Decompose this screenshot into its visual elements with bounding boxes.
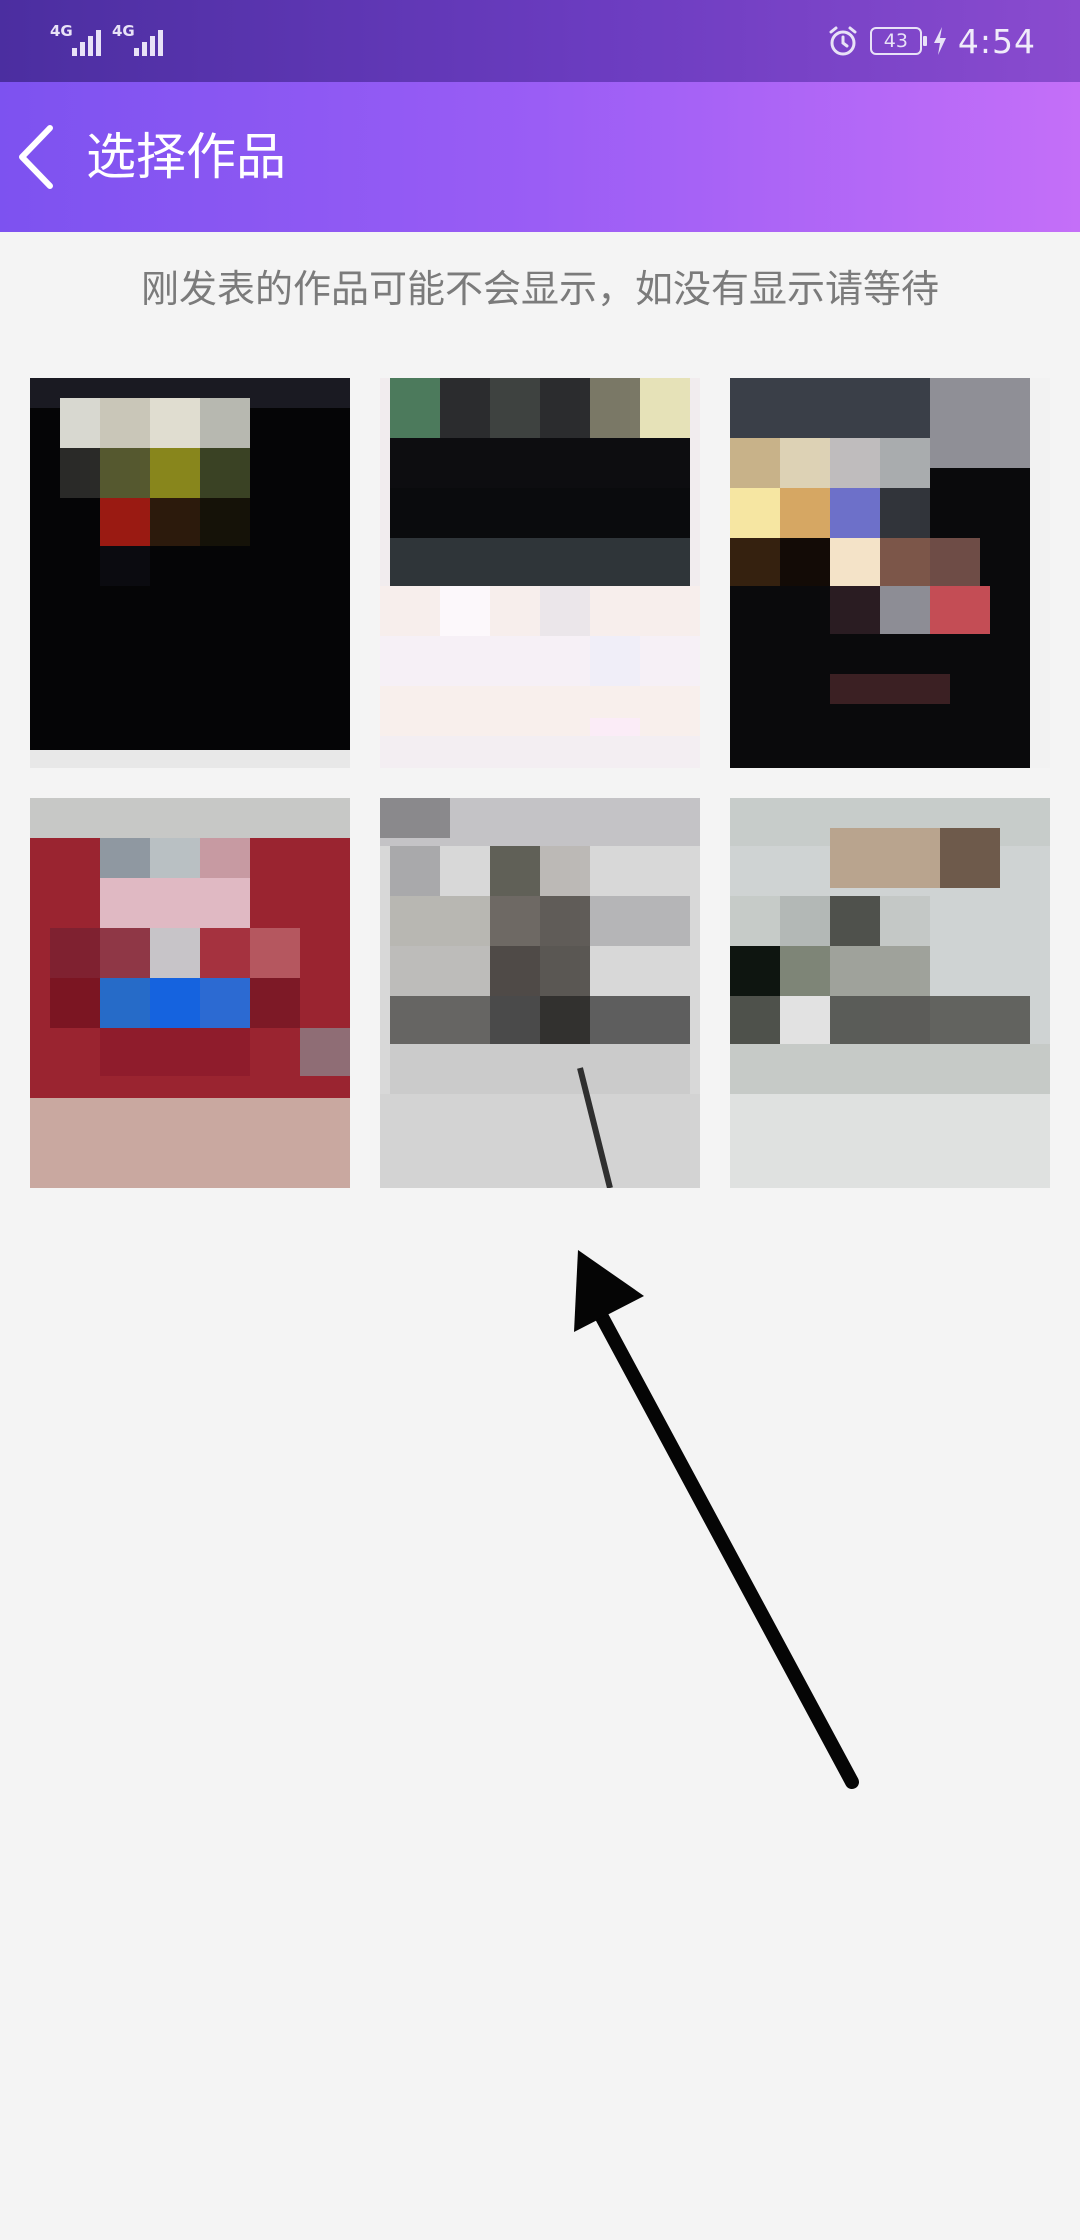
status-bar: 4G 4G 43 4:54 [0,0,1080,82]
clock-time: 4:54 [957,21,1036,61]
battery-icon: 43 [869,27,927,55]
page-title: 选择作品 [86,128,286,186]
battery-level: 43 [883,30,908,52]
alarm-icon [829,26,857,56]
work-thumbnail[interactable] [30,378,350,768]
notice-text: 刚发表的作品可能不会显示，如没有显示请等待 [140,267,939,311]
app-bar: 选择作品 [0,82,1080,232]
back-button[interactable] [12,122,62,192]
signal-icon: 4G [112,20,172,60]
work-thumbnail[interactable] [730,798,1050,1188]
work-thumbnail[interactable] [380,378,700,768]
chevron-left-icon [19,125,53,189]
charging-icon [933,27,946,55]
work-thumbnail[interactable] [30,798,350,1188]
status-right: 43 4:54 [826,18,1036,64]
signal-icon: 4G [50,20,110,60]
work-thumbnail[interactable] [730,378,1050,768]
work-thumbnail[interactable] [380,798,700,1188]
